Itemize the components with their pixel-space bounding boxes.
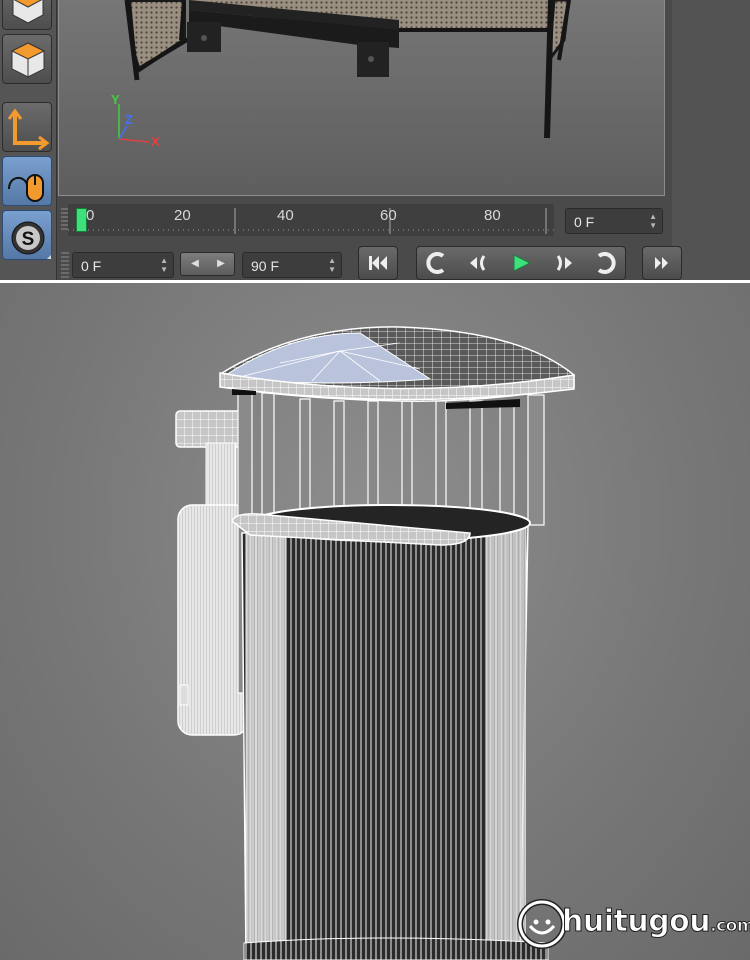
wireframe-render: huitugou.com [0, 283, 750, 960]
start-frame-field[interactable]: 0 F ▲ ▼ [72, 252, 174, 278]
spinner-arrows-icon[interactable]: ▲ ▼ [649, 212, 657, 230]
next-frame-button[interactable] [543, 247, 583, 279]
next-key-icon [597, 252, 616, 274]
timeline-ticks [68, 204, 554, 236]
axis-tool-icon [7, 108, 50, 151]
tick-label: 20 [174, 207, 191, 224]
nudge-left-icon[interactable]: ◀ [182, 253, 208, 275]
cube-icon [12, 0, 44, 24]
cube-icon [10, 42, 46, 78]
previous-key-icon [426, 252, 445, 274]
end-frame-value: 90 F [251, 258, 280, 274]
tick-label: 60 [380, 207, 397, 224]
watermark-logo: huitugou.com [514, 896, 750, 952]
toolbar-cube-button-2[interactable] [2, 34, 52, 84]
3d-viewport[interactable]: Y Z X [58, 0, 665, 196]
toolbar-snap-button[interactable]: S [2, 210, 52, 260]
right-panel-strip [672, 0, 750, 280]
timeline-ruler[interactable]: 0 20 40 60 80 [58, 204, 558, 236]
next-frame-icon [556, 255, 572, 271]
snap-icon: S [11, 221, 51, 259]
tick-label: 40 [277, 207, 294, 224]
watermark-suffix: .com [710, 916, 750, 937]
play-button[interactable] [501, 247, 541, 279]
frame-nudge-control[interactable]: ◀ ▶ [180, 252, 235, 276]
axis-y-label: Y [111, 92, 120, 107]
nudge-right-icon[interactable]: ▶ [208, 253, 234, 275]
axis-x-label: X [151, 134, 160, 149]
watermark-text: huitugou.com [561, 904, 750, 940]
go-to-start-button[interactable] [358, 246, 398, 280]
mouse-tool-icon [8, 174, 44, 202]
current-frame-value: 0 F [574, 214, 595, 230]
toolbar-cube-button-1[interactable] [2, 0, 52, 30]
trash-bin-wireframe [175, 326, 575, 960]
next-key-button[interactable] [585, 247, 625, 279]
tick-label: 0 [86, 207, 95, 224]
c4d-editor-panel: S Y Z X 0 20 40 60 80 0 F ▲ ▼ 0 F ▲ ▼ ◀ … [0, 0, 750, 280]
spinner-arrows-icon[interactable]: ▲ ▼ [160, 256, 168, 274]
start-frame-value: 0 F [81, 258, 102, 274]
transport-grip[interactable] [61, 252, 69, 278]
end-frame-field[interactable]: 90 F ▲ ▼ [242, 252, 342, 278]
toolbar-axis-button[interactable] [2, 102, 52, 152]
previous-frame-button[interactable] [459, 247, 499, 279]
more-icon [655, 257, 668, 269]
more-controls-button[interactable] [642, 246, 682, 280]
watermark-name: huitugou [561, 904, 711, 940]
svg-text:S: S [22, 229, 35, 250]
left-toolbar: S [0, 0, 57, 280]
play-icon [513, 254, 532, 272]
current-frame-field[interactable]: 0 F ▲ ▼ [565, 208, 663, 234]
tick-label: 80 [484, 207, 501, 224]
go-to-start-icon [369, 256, 387, 270]
spinner-arrows-icon[interactable]: ▲ ▼ [328, 256, 336, 274]
toolbar-mouse-button[interactable] [2, 156, 52, 206]
axis-z-label: Z [125, 112, 133, 127]
previous-key-button[interactable] [417, 247, 457, 279]
previous-frame-icon [470, 255, 486, 271]
playback-controls [416, 246, 626, 280]
